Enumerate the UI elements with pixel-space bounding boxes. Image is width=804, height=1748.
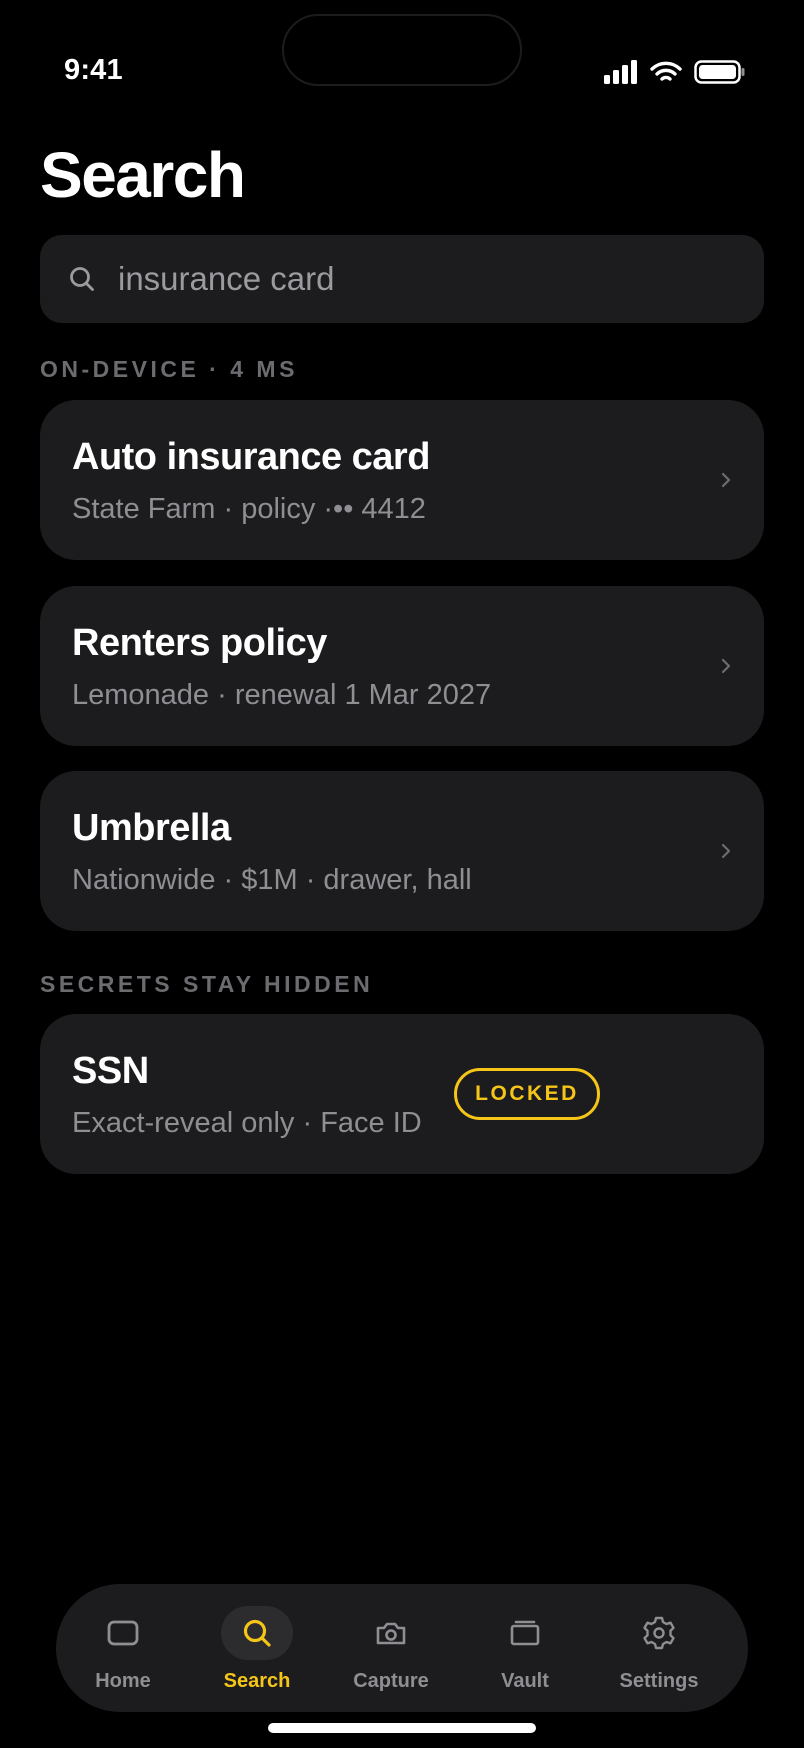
tab-label: Vault bbox=[501, 1670, 549, 1692]
chevron-right-icon bbox=[721, 843, 731, 859]
status-time: 9:41 bbox=[64, 54, 123, 86]
home-icon bbox=[87, 1606, 159, 1660]
tab-label: Search bbox=[223, 1670, 291, 1692]
result-subtitle: State Farm · policy ·•• 4412 bbox=[72, 493, 426, 525]
tab-search[interactable]: Search bbox=[190, 1584, 324, 1712]
status-icons bbox=[604, 60, 746, 84]
secret-card-ssn[interactable]: SSN Exact-reveal only · Face ID LOCKED bbox=[40, 1014, 764, 1174]
secrets-section-label: SECRETS STAY HIDDEN bbox=[40, 971, 374, 997]
result-title: Auto insurance card bbox=[72, 436, 430, 478]
tab-label: Capture bbox=[353, 1670, 429, 1692]
wifi-icon bbox=[650, 61, 682, 81]
chevron-right-icon bbox=[721, 472, 731, 488]
tab-capture[interactable]: Capture bbox=[324, 1584, 458, 1712]
page-title: Search bbox=[40, 139, 246, 211]
tab-home[interactable]: Home bbox=[56, 1584, 190, 1712]
home-indicator bbox=[268, 1723, 536, 1733]
result-subtitle: Nationwide · $1M · drawer, hall bbox=[72, 864, 472, 896]
result-title: Renters policy bbox=[72, 622, 327, 664]
tab-label: Settings bbox=[619, 1670, 699, 1692]
camera-icon bbox=[355, 1606, 427, 1660]
result-card-renters-policy[interactable]: Renters policy Lemonade · renewal 1 Mar … bbox=[40, 586, 764, 746]
tab-label: Home bbox=[95, 1670, 151, 1692]
locked-badge: LOCKED bbox=[454, 1068, 600, 1120]
search-input[interactable]: insurance card bbox=[40, 235, 764, 323]
chevron-right-icon bbox=[721, 658, 731, 674]
tab-vault[interactable]: Vault bbox=[458, 1584, 592, 1712]
result-subtitle: Lemonade · renewal 1 Mar 2027 bbox=[72, 679, 492, 711]
cellular-signal-icon bbox=[604, 60, 637, 84]
vault-icon bbox=[489, 1606, 561, 1660]
dynamic-island bbox=[282, 14, 522, 86]
tab-settings[interactable]: Settings bbox=[592, 1584, 726, 1712]
gear-icon bbox=[623, 1606, 695, 1660]
search-query-text: insurance card bbox=[118, 260, 335, 297]
result-card-umbrella[interactable]: Umbrella Nationwide · $1M · drawer, hall bbox=[40, 771, 764, 931]
search-icon bbox=[70, 267, 94, 291]
secret-subtitle: Exact-reveal only · Face ID bbox=[72, 1107, 422, 1139]
search-screen: 9:41 Search insurance card ON-DEVICE · 4 bbox=[0, 0, 804, 1748]
tab-bar: Home Search Capture Vault Settings bbox=[56, 1584, 748, 1712]
search-icon bbox=[221, 1606, 293, 1660]
result-card-auto-insurance[interactable]: Auto insurance card State Farm · policy … bbox=[40, 400, 764, 560]
secret-title: SSN bbox=[72, 1050, 149, 1092]
battery-icon bbox=[694, 60, 745, 84]
result-title: Umbrella bbox=[72, 807, 231, 849]
results-section-label: ON-DEVICE · 4 MS bbox=[40, 356, 298, 382]
